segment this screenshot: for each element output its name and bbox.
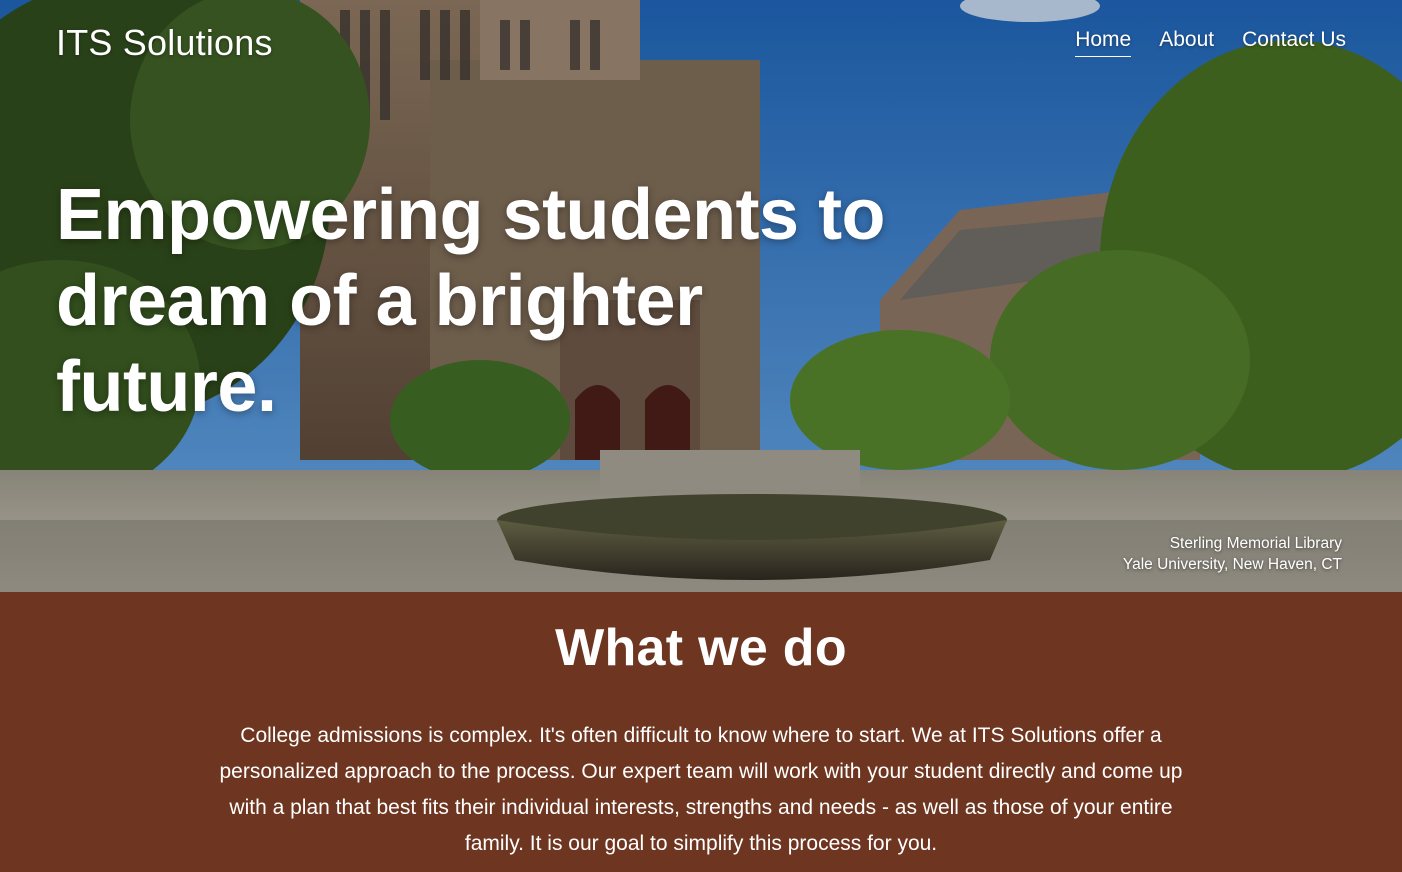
photo-caption-location: Yale University, New Haven, CT — [1122, 556, 1342, 573]
nav-about-link[interactable]: About — [1159, 28, 1214, 57]
photo-caption: Sterling Memorial Library Yale Universit… — [1123, 533, 1342, 575]
hero-headline-line1: Empowering students to — [56, 175, 886, 255]
hero-banner: ITS Solutions Home About Contact Us Empo… — [0, 0, 1402, 592]
site-logo[interactable]: ITS Solutions — [56, 22, 273, 64]
what-we-do-section: What we do College admissions is complex… — [0, 592, 1402, 872]
photo-caption-title: Sterling Memorial Library — [1169, 535, 1342, 552]
main-nav: Home About Contact Us — [1075, 28, 1346, 57]
hero-headline-line2: dream of a brighter future. — [56, 261, 703, 427]
nav-home-link[interactable]: Home — [1075, 28, 1132, 57]
nav-contact-link[interactable]: Contact Us — [1242, 28, 1346, 57]
section-body: College admissions is complex. It's ofte… — [219, 724, 1183, 855]
section-title: What we do — [555, 619, 847, 677]
hero-headline: Empowering students to dream of a bright… — [56, 172, 936, 430]
